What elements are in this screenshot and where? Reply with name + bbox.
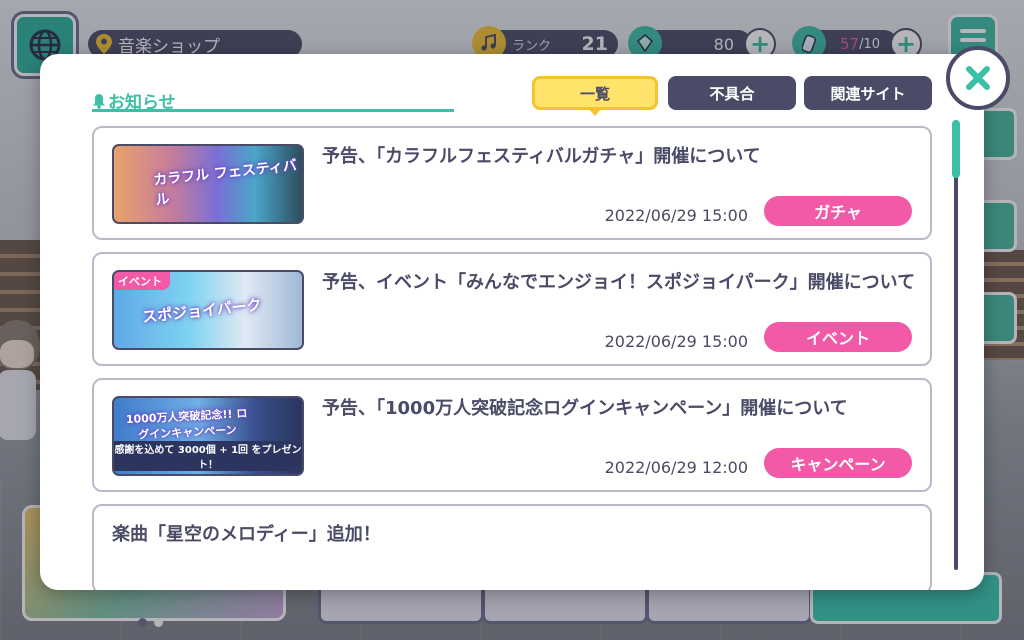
notice-date: 2022/06/29 15:00 [604,206,748,225]
category-badge: イベント [764,322,912,352]
notice-title: 予告、「カラフルフェスティバルガチャ」開催について [322,146,761,167]
tab-all[interactable]: 一覧 [532,76,658,116]
category-badge: キャンペーン [764,448,912,478]
thumbnail-title: スポジョイパーク [141,295,263,327]
notice-title: 楽曲「星空のメロディー」追加！ [112,524,381,545]
notice-item[interactable]: イベント スポジョイパーク 予告、イベント「みんなでエンジョイ！スポジョイパーク… [92,252,932,366]
bell-icon [93,93,105,109]
notice-title: 予告、「1000万人突破記念ログインキャンペーン」開催について [322,398,848,419]
notice-thumbnail: カラフル フェスティバル [112,144,304,224]
category-badge: ガチャ [764,196,912,226]
thumbnail-title: 1000万人突破記念!! ログインキャンペーン [125,406,248,442]
notice-date: 2022/06/29 12:00 [604,458,748,477]
scrollbar-track[interactable] [954,120,958,570]
tab-bugs[interactable]: 不具合 [668,76,796,110]
notice-modal: お知らせ 一覧 不具合 関連サイト カラフル フェスティバル 予告、「カラフルフ… [40,54,984,590]
tab-label: 関連サイト [830,84,906,103]
scrollbar-thumb[interactable] [952,120,960,178]
notice-item[interactable]: カラフル フェスティバル 予告、「カラフルフェスティバルガチャ」開催について 2… [92,126,932,240]
notice-item[interactable]: 1000万人突破記念!! ログインキャンペーン 感謝を込めて 3000個 + 1… [92,378,932,492]
title-underline [92,109,454,112]
tab-label: 不具合 [709,84,755,103]
notice-thumbnail: イベント スポジョイパーク [112,270,304,350]
thumbnail-tag: イベント [114,272,170,290]
thumbnail-title: カラフル フェスティバル [152,157,298,209]
tab-related-sites[interactable]: 関連サイト [804,76,932,110]
notice-title: 予告、イベント「みんなでエンジョイ！スポジョイパーク」開催について [322,272,916,293]
close-icon [966,66,990,90]
thumbnail-subtitle: 感謝を込めて 3000個 + 1回 をプレゼント！ [114,441,302,471]
notice-list: カラフル フェスティバル 予告、「カラフルフェスティバルガチャ」開催について 2… [92,126,932,590]
close-button[interactable] [946,46,1010,110]
notice-item[interactable]: 楽曲「星空のメロディー」追加！ [92,504,932,590]
notice-date: 2022/06/29 15:00 [604,332,748,351]
tab-label: 一覧 [579,84,610,103]
notice-thumbnail: 1000万人突破記念!! ログインキャンペーン 感謝を込めて 3000個 + 1… [112,396,304,476]
